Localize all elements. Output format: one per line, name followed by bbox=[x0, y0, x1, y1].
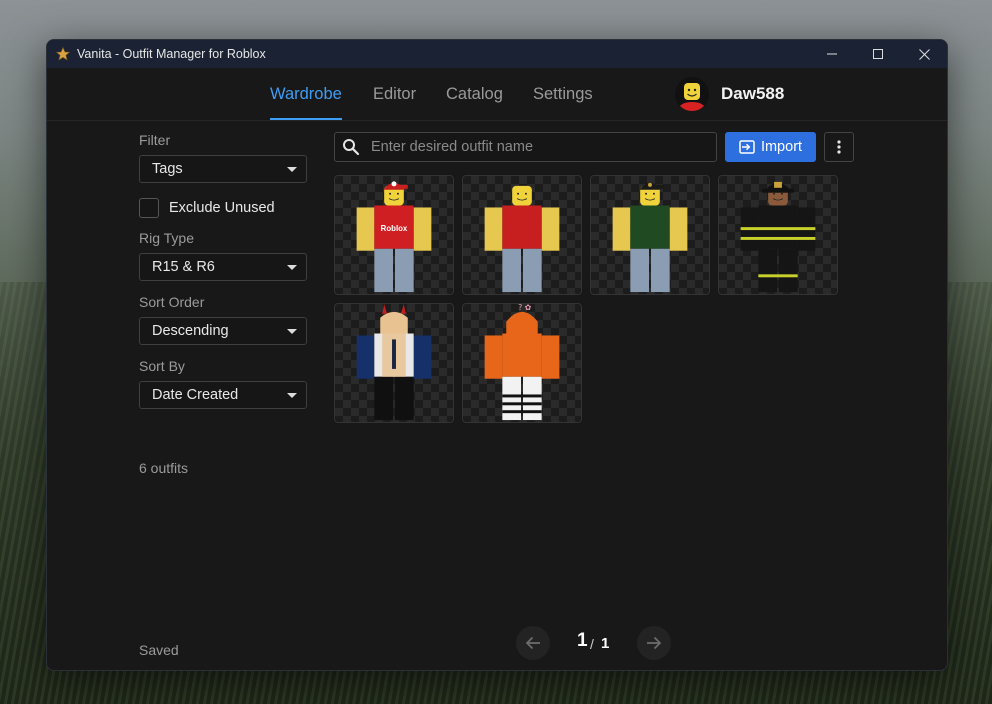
import-icon bbox=[739, 140, 755, 154]
tab-editor[interactable]: Editor bbox=[373, 68, 416, 120]
main-nav: Wardrobe Editor Catalog Settings Daw588 bbox=[47, 68, 947, 121]
maximize-button[interactable] bbox=[855, 40, 901, 68]
filter-label: Filter bbox=[139, 132, 171, 148]
pagination: 1 / 1 bbox=[47, 626, 947, 660]
sort-by-label: Sort By bbox=[139, 358, 185, 374]
current-page: 1 bbox=[577, 630, 588, 651]
username: Daw588 bbox=[721, 84, 785, 103]
window-controls bbox=[809, 40, 947, 68]
outfit-card[interactable] bbox=[334, 303, 454, 423]
arrow-left-icon bbox=[525, 636, 540, 650]
maximize-icon bbox=[873, 49, 883, 59]
outfit-thumbnail bbox=[356, 304, 432, 421]
more-vertical-icon bbox=[837, 140, 841, 154]
outfit-thumbnail: Roblox bbox=[356, 181, 432, 293]
outfit-card[interactable]: ? ✿ bbox=[462, 303, 582, 423]
tab-wardrobe[interactable]: Wardrobe bbox=[270, 68, 342, 120]
outfit-card[interactable] bbox=[718, 175, 838, 295]
chevron-down-icon bbox=[287, 329, 297, 334]
outfit-thumbnail bbox=[484, 185, 560, 293]
search-box[interactable] bbox=[334, 132, 717, 162]
tab-catalog[interactable]: Catalog bbox=[446, 68, 503, 120]
window-title: Vanita - Outfit Manager for Roblox bbox=[77, 47, 266, 61]
title-bar[interactable]: Vanita - Outfit Manager for Roblox bbox=[47, 40, 947, 68]
prev-page-button[interactable] bbox=[516, 626, 550, 660]
outfit-thumbnail: ? ✿ bbox=[484, 304, 560, 421]
exclude-unused-row[interactable]: Exclude Unused bbox=[139, 197, 275, 219]
close-button[interactable] bbox=[901, 40, 947, 68]
rig-type-value: R15 & R6 bbox=[152, 259, 215, 275]
outfit-thumbnail bbox=[612, 182, 688, 293]
close-icon bbox=[918, 48, 930, 60]
rig-type-select[interactable]: R15 & R6 bbox=[139, 253, 307, 281]
search-input[interactable] bbox=[369, 138, 693, 156]
tab-settings[interactable]: Settings bbox=[533, 68, 593, 120]
page-separator: / bbox=[590, 636, 594, 652]
sort-order-select[interactable]: Descending bbox=[139, 317, 307, 345]
rig-type-label: Rig Type bbox=[139, 230, 194, 246]
minimize-button[interactable] bbox=[809, 40, 855, 68]
app-window: Vanita - Outfit Manager for Roblox Wardr… bbox=[46, 39, 948, 671]
minimize-icon bbox=[827, 53, 837, 55]
total-pages: 1 bbox=[601, 635, 610, 652]
more-options-button[interactable] bbox=[824, 132, 854, 162]
import-button[interactable]: Import bbox=[725, 132, 816, 162]
outfit-card[interactable]: Roblox bbox=[334, 175, 454, 295]
exclude-unused-label: Exclude Unused bbox=[169, 200, 275, 216]
svg-text:? ✿: ? ✿ bbox=[518, 304, 532, 312]
filter-value: Tags bbox=[152, 161, 183, 177]
search-icon bbox=[342, 138, 360, 156]
exclude-unused-checkbox[interactable] bbox=[139, 198, 159, 218]
sort-by-select[interactable]: Date Created bbox=[139, 381, 307, 409]
outfit-thumbnail bbox=[740, 181, 816, 293]
avatar bbox=[675, 77, 709, 111]
import-label: Import bbox=[760, 139, 803, 155]
chevron-down-icon bbox=[287, 265, 297, 270]
outfit-count: 6 outfits bbox=[139, 460, 189, 476]
chevron-down-icon bbox=[287, 393, 297, 398]
sort-by-value: Date Created bbox=[152, 387, 239, 403]
outfit-card[interactable] bbox=[590, 175, 710, 295]
arrow-right-icon bbox=[647, 636, 662, 650]
filter-select[interactable]: Tags bbox=[139, 155, 307, 183]
user-profile[interactable]: Daw588 bbox=[675, 77, 784, 111]
next-page-button[interactable] bbox=[637, 626, 671, 660]
chevron-down-icon bbox=[287, 167, 297, 172]
sort-order-value: Descending bbox=[152, 323, 229, 339]
app-star-icon bbox=[56, 47, 70, 61]
sort-order-label: Sort Order bbox=[139, 294, 205, 310]
outfit-card[interactable] bbox=[462, 175, 582, 295]
shirt-text: Roblox bbox=[381, 224, 408, 233]
